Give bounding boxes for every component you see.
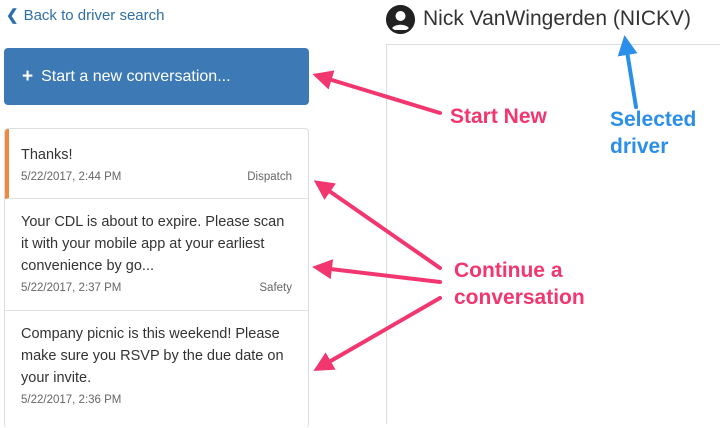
conversation-message: Company picnic is this weekend! Please m… — [21, 326, 284, 386]
start-new-conversation-button[interactable]: + Start a new conversation... — [4, 48, 309, 105]
conversation-list: Thanks! 5/22/2017, 2:44 PM Dispatch Your… — [4, 128, 309, 428]
conversation-message: Thanks! — [21, 147, 73, 163]
annotation-continue: Continue a conversation — [454, 259, 585, 309]
user-circle-icon — [386, 4, 415, 34]
back-to-driver-search-link[interactable]: ❮ Back to driver search — [6, 6, 165, 25]
conversation-message: Your CDL is about to expire. Please scan… — [21, 214, 285, 274]
conversation-category: Safety — [259, 282, 292, 294]
conversation-item[interactable]: Your CDL is about to expire. Please scan… — [5, 199, 308, 311]
chevron-left-icon: ❮ — [6, 7, 19, 24]
conversation-timestamp: 5/22/2017, 2:36 PM — [21, 394, 122, 406]
driver-name: Nick VanWingerden (NICKV) — [423, 7, 692, 30]
plus-icon: + — [22, 66, 34, 87]
conversation-timestamp: 5/22/2017, 2:44 PM — [21, 171, 122, 183]
conversation-detail-panel — [386, 44, 720, 424]
conversation-category: Dispatch — [247, 171, 292, 183]
conversation-item[interactable]: Thanks! 5/22/2017, 2:44 PM Dispatch — [5, 129, 308, 199]
selected-driver-header: Nick VanWingerden (NICKV) — [386, 2, 691, 36]
new-conversation-label: Start a new conversation... — [41, 67, 231, 85]
conversation-item[interactable]: Company picnic is this weekend! Please m… — [5, 311, 308, 428]
annotation-selected-driver: Selected driver — [610, 108, 697, 158]
conversation-timestamp: 5/22/2017, 2:37 PM — [21, 282, 122, 294]
annotation-start-new: Start New — [450, 105, 547, 128]
back-link-label: Back to driver search — [23, 6, 165, 24]
